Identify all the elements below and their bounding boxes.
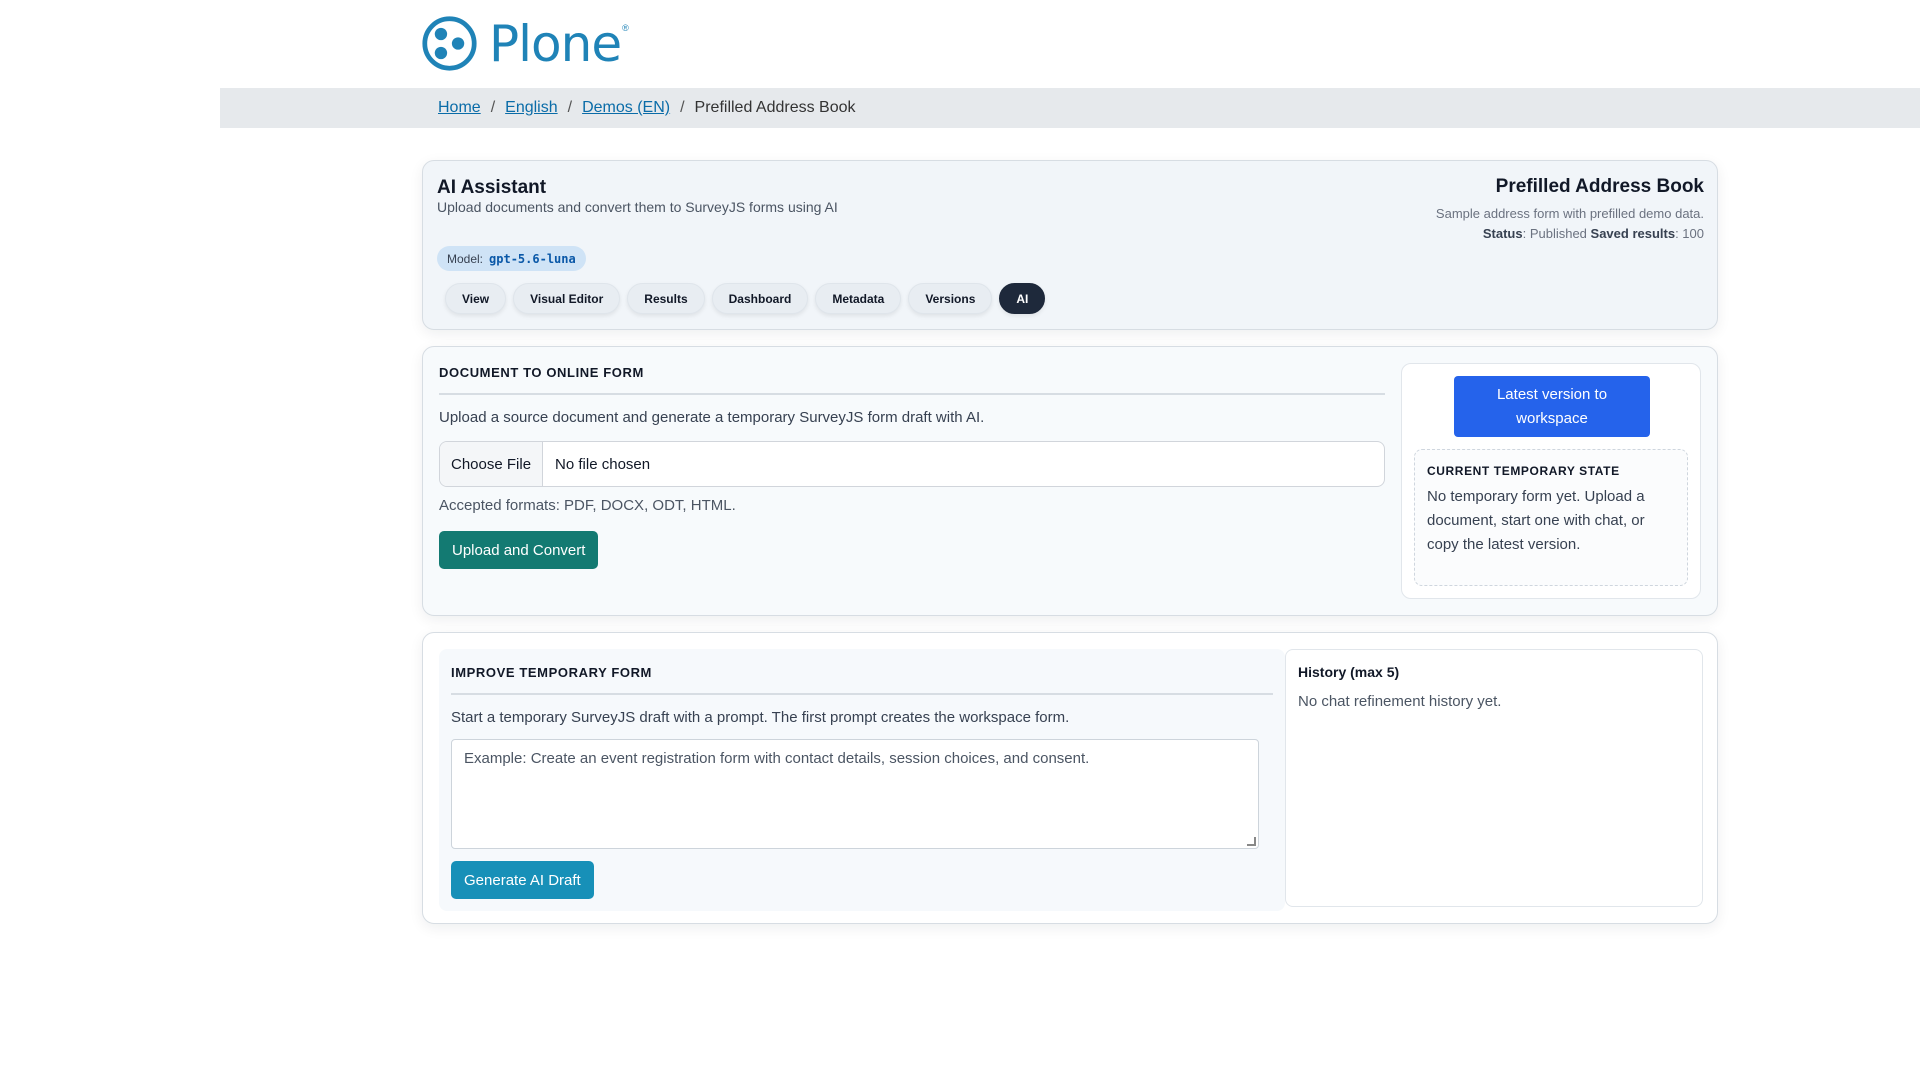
page-subtitle: Upload documents and convert them to Sur… [437, 199, 838, 215]
model-badge: Model: gpt-5.6-luna [437, 246, 586, 271]
document-to-form-card: DOCUMENT TO ONLINE FORM Upload a source … [422, 346, 1718, 616]
breadcrumb-english-link[interactable]: English [505, 99, 557, 117]
prompt-placeholder: Example: Create an event registration fo… [464, 750, 1090, 767]
file-input[interactable]: Choose File No file chosen [439, 441, 1385, 487]
temporary-state-box: CURRENT TEMPORARY STATE No temporary for… [1414, 449, 1688, 586]
prompt-textarea[interactable]: Example: Create an event registration fo… [451, 739, 1259, 849]
form-tabs: View Visual Editor Results Dashboard Met… [445, 283, 1046, 314]
temporary-state-title: CURRENT TEMPORARY STATE [1427, 464, 1620, 478]
generate-ai-draft-button[interactable]: Generate AI Draft [451, 861, 594, 899]
divider [439, 393, 1385, 395]
choose-file-button[interactable]: Choose File [440, 442, 544, 486]
breadcrumb-home-link[interactable]: Home [438, 99, 481, 117]
section-description: Start a temporary SurveyJS draft with a … [451, 709, 1070, 726]
tab-view[interactable]: View [445, 283, 507, 314]
tab-ai[interactable]: AI [999, 283, 1046, 314]
page-title: AI Assistant [437, 177, 547, 198]
breadcrumb-demos-link[interactable]: Demos (EN) [582, 99, 670, 117]
latest-version-button[interactable]: Latest version to workspace [1454, 376, 1650, 437]
breadcrumb: Home / English / Demos (EN) / Prefilled … [438, 88, 856, 128]
file-status: No file chosen [555, 455, 651, 473]
accepted-formats: Accepted formats: PDF, DOCX, ODT, HTML. [439, 497, 736, 514]
saved-results-label: Saved results [1590, 226, 1676, 241]
history-empty-message: No chat refinement history yet. [1298, 693, 1502, 710]
status-value: : Published [1522, 226, 1591, 241]
tab-results[interactable]: Results [627, 283, 705, 314]
resize-handle-icon[interactable] [1247, 837, 1256, 846]
form-info: Prefilled Address Book Sample address fo… [1436, 176, 1704, 241]
registered-mark: ® [622, 23, 629, 33]
saved-results-value: : 100 [1675, 226, 1704, 241]
breadcrumb-separator: / [567, 99, 573, 116]
model-value: gpt-5.6-luna [489, 251, 576, 266]
plone-logo[interactable]: Plone ® [421, 15, 629, 72]
temporary-state-text: No temporary form yet. Upload a document… [1427, 488, 1645, 553]
improve-form-card: IMPROVE TEMPORARY FORM Start a temporary… [422, 632, 1718, 924]
workspace-panel: Latest version to workspace CURRENT TEMP… [1401, 363, 1701, 599]
form-title: Prefilled Address Book [1495, 176, 1704, 197]
form-description: Sample address form with prefilled demo … [1435, 206, 1704, 221]
tab-metadata[interactable]: Metadata [815, 283, 902, 314]
site-header: Plone ® [0, 0, 1920, 88]
tab-versions[interactable]: Versions [908, 283, 993, 314]
improve-form-panel: IMPROVE TEMPORARY FORM Start a temporary… [439, 649, 1285, 911]
upload-and-convert-button[interactable]: Upload and Convert [439, 531, 599, 569]
ai-assistant-header-card: AI Assistant Upload documents and conver… [422, 160, 1718, 330]
breadcrumb-bar: Home / English / Demos (EN) / Prefilled … [220, 88, 1920, 128]
logo-text: Plone [489, 14, 622, 73]
tab-dashboard[interactable]: Dashboard [711, 283, 809, 314]
history-title: History (max 5) [1298, 664, 1400, 680]
divider [451, 693, 1273, 695]
history-panel: History (max 5) No chat refinement histo… [1285, 649, 1703, 907]
status-label: Status [1482, 226, 1523, 241]
form-status-line: Status: Published Saved results: 100 [1436, 226, 1704, 241]
plone-logo-icon [422, 16, 477, 71]
document-upload-panel: DOCUMENT TO ONLINE FORM Upload a source … [439, 365, 1385, 569]
breadcrumb-current: Prefilled Address Book [694, 99, 856, 116]
model-label: Model: [447, 251, 484, 266]
breadcrumb-separator: / [680, 99, 685, 116]
section-title: IMPROVE TEMPORARY FORM [451, 665, 652, 680]
breadcrumb-separator: / [490, 99, 496, 116]
section-description: Upload a source document and generate a … [439, 409, 985, 426]
tab-visual-editor[interactable]: Visual Editor [513, 283, 621, 314]
section-title: DOCUMENT TO ONLINE FORM [439, 365, 644, 380]
